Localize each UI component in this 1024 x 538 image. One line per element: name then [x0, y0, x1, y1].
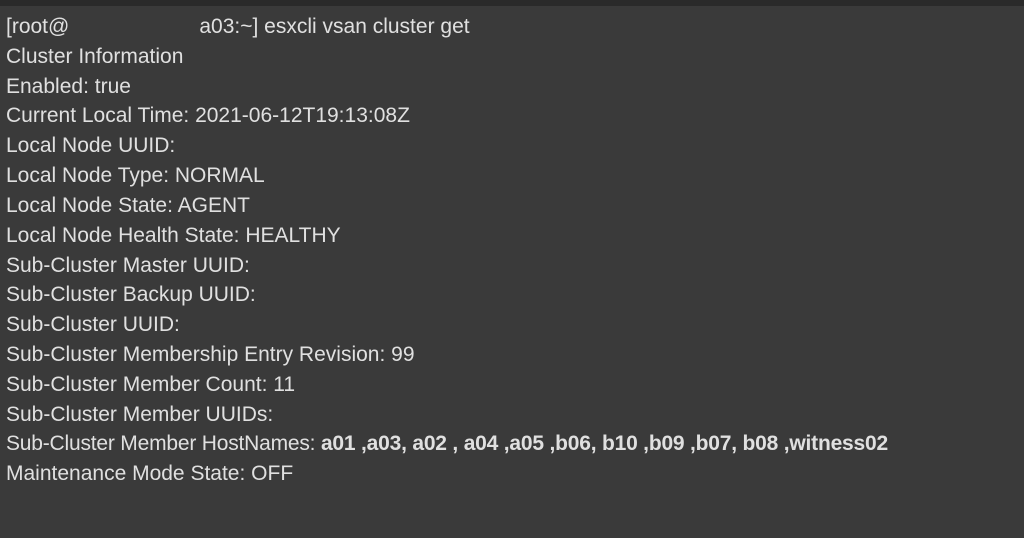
- line-sub-master-uuid: Sub-Cluster Master UUID:: [6, 251, 1018, 281]
- line-sub-uuid: Sub-Cluster UUID:: [6, 310, 1018, 340]
- line-sub-membership-rev: Sub-Cluster Membership Entry Revision: 9…: [6, 340, 1018, 370]
- window-title-bar: [0, 0, 1024, 6]
- line-sub-member-hostnames: Sub-Cluster Member HostNames: a01 ,a03, …: [6, 429, 1018, 459]
- command-line: [root@ a03:~] esxcli vsan cluster get: [6, 12, 1018, 42]
- hostnames-label: Sub-Cluster Member HostNames:: [6, 432, 315, 455]
- line-sub-backup-uuid: Sub-Cluster Backup UUID:: [6, 280, 1018, 310]
- terminal-output[interactable]: [root@ a03:~] esxcli vsan cluster get Clu…: [6, 12, 1018, 489]
- line-sub-member-uuids: Sub-Cluster Member UUIDs:: [6, 400, 1018, 430]
- output-header: Cluster Information: [6, 42, 1018, 72]
- line-local-node-type: Local Node Type: NORMAL: [6, 161, 1018, 191]
- line-enabled: Enabled: true: [6, 72, 1018, 102]
- line-local-node-state: Local Node State: AGENT: [6, 191, 1018, 221]
- hostnames-value: a01 ,a03, a02 , a04 ,a05 ,b06, b10 ,b09 …: [321, 432, 888, 455]
- prompt-user: [root@: [6, 15, 69, 38]
- line-maintenance-mode: Maintenance Mode State: OFF: [6, 459, 1018, 489]
- line-current-local-time: Current Local Time: 2021-06-12T19:13:08Z: [6, 101, 1018, 131]
- line-local-node-uuid: Local Node UUID:: [6, 131, 1018, 161]
- line-sub-member-count: Sub-Cluster Member Count: 11: [6, 370, 1018, 400]
- line-local-node-health: Local Node Health State: HEALTHY: [6, 221, 1018, 251]
- command-text: esxcli vsan cluster get: [264, 15, 469, 38]
- prompt-host: a03:~]: [199, 15, 258, 38]
